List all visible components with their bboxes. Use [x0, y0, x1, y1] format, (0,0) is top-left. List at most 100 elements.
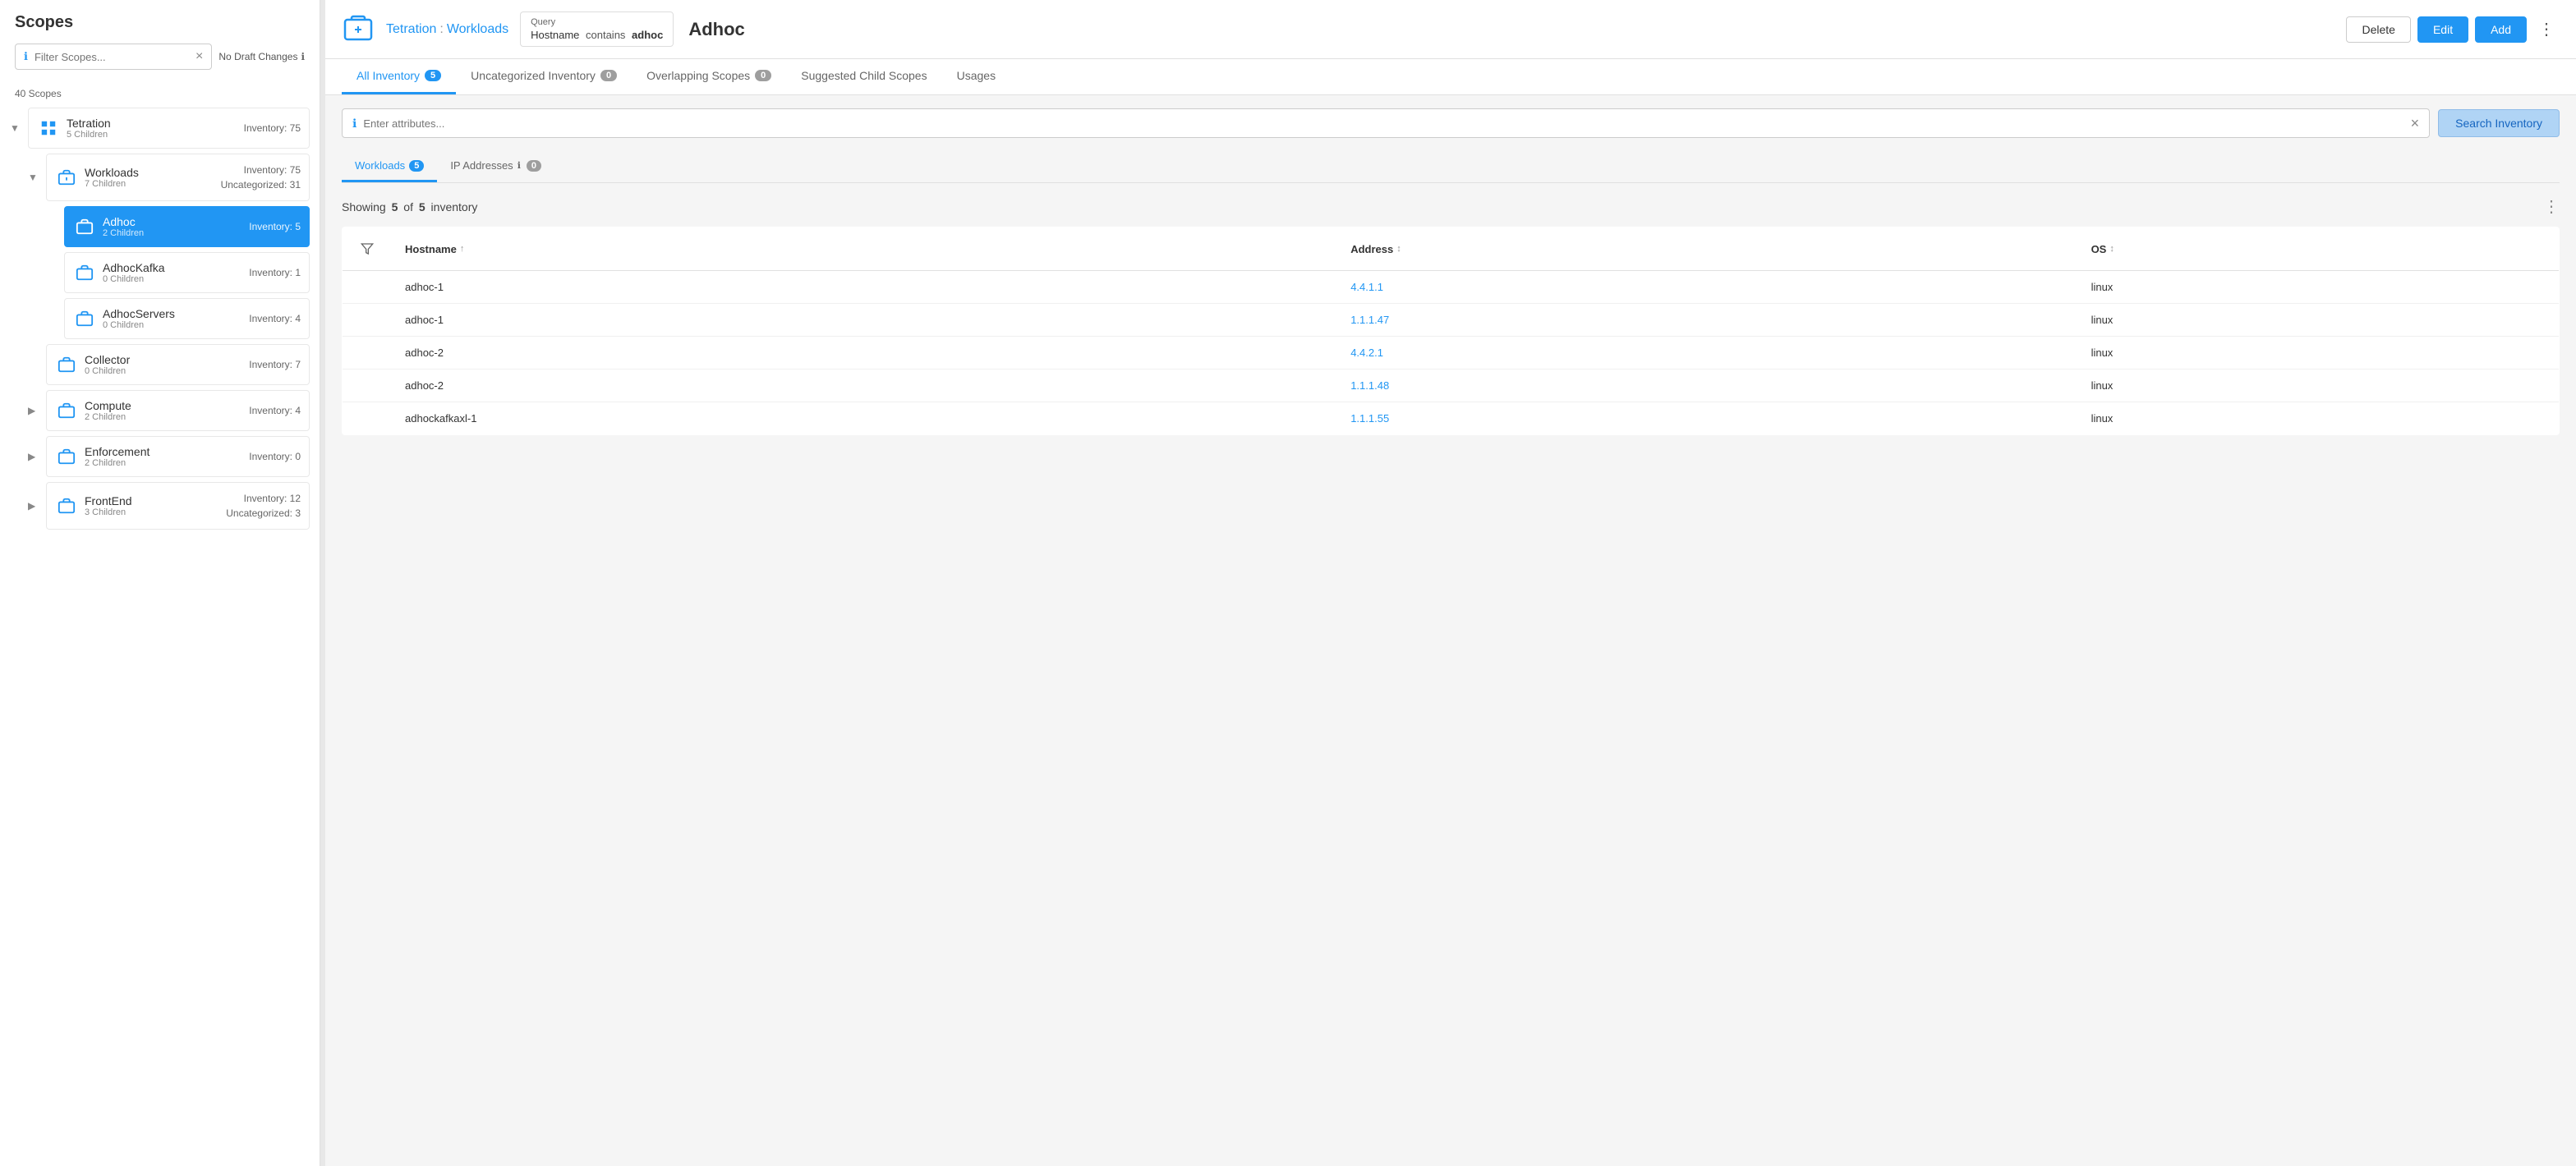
- table-row: adhockafkaxl-1 1.1.1.55 linux: [343, 402, 2560, 435]
- tetration-name: Tetration: [67, 117, 237, 130]
- filter-scopes-field[interactable]: [34, 51, 189, 63]
- address-cell[interactable]: 1.1.1.47: [1337, 304, 2077, 337]
- scope-item-adhocservers[interactable]: AdhocServers 0 Children Inventory: 4: [64, 298, 310, 339]
- collector-icon: [55, 353, 78, 376]
- sidebar-header: Scopes ℹ × No Draft Changes ℹ: [0, 0, 320, 83]
- address-cell[interactable]: 1.1.1.48: [1337, 370, 2077, 402]
- sidebar: Scopes ℹ × No Draft Changes ℹ 40 Scopes …: [0, 0, 320, 1166]
- tab-all-inventory[interactable]: All Inventory 5: [342, 59, 456, 94]
- search-clear-icon[interactable]: ×: [2411, 116, 2420, 131]
- collector-info: Collector 0 Children: [85, 353, 242, 376]
- tab-suggested-child-scopes[interactable]: Suggested Child Scopes: [786, 59, 941, 94]
- collector-children: 0 Children: [85, 366, 242, 376]
- ip-link[interactable]: 4.4.1.1: [1350, 281, 1383, 293]
- adhockafka-name: AdhocKafka: [103, 261, 242, 274]
- tetration-chevron[interactable]: ▼: [10, 122, 25, 134]
- edit-button[interactable]: Edit: [2417, 16, 2468, 43]
- filter-clear-icon[interactable]: ×: [196, 50, 203, 63]
- scope-item-workloads[interactable]: Workloads 7 Children Inventory: 75 Uncat…: [46, 154, 310, 201]
- scope-item-enforcement[interactable]: Enforcement 2 Children Inventory: 0: [46, 436, 310, 477]
- ip-addresses-sub-badge: 0: [527, 160, 541, 172]
- ip-link[interactable]: 1.1.1.48: [1350, 379, 1389, 392]
- address-column-header[interactable]: Address ↕: [1337, 227, 2077, 271]
- inventory-table: Hostname ↑ Address ↕ OS ↕: [342, 227, 2560, 435]
- page-title: Adhoc: [685, 19, 744, 40]
- adhoc-chevron[interactable]: ▼: [46, 221, 61, 232]
- table-more-options[interactable]: ⋮: [2543, 196, 2560, 217]
- breadcrumb-tetration[interactable]: Tetration: [386, 22, 436, 37]
- frontend-chevron[interactable]: ▶: [28, 500, 43, 512]
- more-options-button[interactable]: ⋮: [2533, 16, 2560, 43]
- breadcrumb: Tetration : Workloads: [386, 22, 508, 37]
- hostname-cell: adhoc-2: [392, 337, 1337, 370]
- query-label: Query: [531, 17, 663, 27]
- compute-chevron[interactable]: ▶: [28, 405, 43, 416]
- enforcement-chevron[interactable]: ▶: [28, 451, 43, 462]
- filter-scopes-input[interactable]: ℹ ×: [15, 44, 212, 70]
- workloads-sub-badge: 5: [409, 160, 424, 172]
- os-cell: linux: [2078, 402, 2560, 435]
- scope-item-frontend[interactable]: FrontEnd 3 Children Inventory: 12 Uncate…: [46, 482, 310, 530]
- sub-tab-ip-addresses[interactable]: IP Addresses ℹ 0: [437, 151, 554, 182]
- adhoc-name: Adhoc: [103, 215, 242, 228]
- scope-item-collector[interactable]: Collector 0 Children Inventory: 7: [46, 344, 310, 385]
- showing-row: Showing 5 of 5 inventory ⋮: [342, 196, 2560, 217]
- tetration-icon: [37, 117, 60, 140]
- workloads-chevron[interactable]: ▼: [28, 172, 43, 183]
- breadcrumb-workloads[interactable]: Workloads: [447, 22, 508, 37]
- scope-item-compute[interactable]: Compute 2 Children Inventory: 4: [46, 390, 310, 431]
- content-area: ℹ × Search Inventory Workloads 5 IP Addr…: [325, 95, 2576, 1166]
- hostname-cell: adhockafkaxl-1: [392, 402, 1337, 435]
- adhocservers-meta: Inventory: 4: [249, 311, 301, 326]
- add-button[interactable]: Add: [2475, 16, 2527, 43]
- enforcement-info: Enforcement 2 Children: [85, 445, 242, 468]
- workloads-icon: [55, 166, 78, 189]
- hostname-column-header[interactable]: Hostname ↑: [392, 227, 1337, 271]
- sub-tab-workloads[interactable]: Workloads 5: [342, 151, 437, 182]
- ip-link[interactable]: 1.1.1.47: [1350, 314, 1389, 326]
- os-column-header[interactable]: OS ↕: [2078, 227, 2560, 271]
- sidebar-title: Scopes: [15, 13, 305, 32]
- scope-item-adhockafka[interactable]: AdhocKafka 0 Children Inventory: 1: [64, 252, 310, 293]
- delete-button[interactable]: Delete: [2346, 16, 2410, 43]
- adhockafka-info: AdhocKafka 0 Children: [103, 261, 242, 284]
- row-filter-cell: [343, 337, 393, 370]
- adhoc-info: Adhoc 2 Children: [103, 215, 242, 238]
- tab-uncategorized-inventory[interactable]: Uncategorized Inventory 0: [456, 59, 632, 94]
- hostname-cell: adhoc-1: [392, 304, 1337, 337]
- search-input-wrap[interactable]: ℹ ×: [342, 108, 2430, 138]
- os-cell: linux: [2078, 271, 2560, 304]
- search-input[interactable]: [363, 117, 2404, 130]
- enforcement-children: 2 Children: [85, 458, 242, 468]
- frontend-children: 3 Children: [85, 507, 219, 517]
- scope-item-adhoc[interactable]: Adhoc 2 Children Inventory: 5: [64, 206, 310, 247]
- main-content: Tetration : Workloads Query Hostname con…: [325, 0, 2576, 1166]
- adhocservers-children: 0 Children: [103, 320, 242, 330]
- address-cell[interactable]: 1.1.1.55: [1337, 402, 2077, 435]
- filter-icon-button[interactable]: [356, 237, 379, 260]
- hostname-cell: adhoc-2: [392, 370, 1337, 402]
- ip-link[interactable]: 4.4.2.1: [1350, 347, 1383, 359]
- address-cell[interactable]: 4.4.2.1: [1337, 337, 2077, 370]
- showing-text: Showing 5 of 5 inventory: [342, 200, 477, 213]
- address-cell[interactable]: 4.4.1.1: [1337, 271, 2077, 304]
- compute-info: Compute 2 Children: [85, 399, 242, 422]
- workloads-name: Workloads: [85, 166, 214, 179]
- workloads-meta: Inventory: 75 Uncategorized: 31: [221, 163, 301, 192]
- ip-link[interactable]: 1.1.1.55: [1350, 412, 1389, 425]
- tab-usages[interactable]: Usages: [942, 59, 1010, 94]
- scope-item-tetration[interactable]: Tetration 5 Children Inventory: 75: [28, 108, 310, 149]
- adhocservers-info: AdhocServers 0 Children: [103, 307, 242, 330]
- filter-column-header: [343, 227, 393, 271]
- tab-overlapping-scopes[interactable]: Overlapping Scopes 0: [632, 59, 786, 94]
- scope-count: 40 Scopes: [0, 83, 320, 108]
- search-inventory-button[interactable]: Search Inventory: [2438, 109, 2560, 137]
- row-filter-cell: [343, 370, 393, 402]
- info-icon: ℹ: [24, 50, 28, 63]
- collector-meta: Inventory: 7: [249, 357, 301, 372]
- search-bar: ℹ × Search Inventory: [342, 108, 2560, 138]
- frontend-name: FrontEnd: [85, 494, 219, 507]
- tetration-info: Tetration 5 Children: [67, 117, 237, 140]
- address-sort-icon: ↕: [1396, 244, 1401, 254]
- compute-name: Compute: [85, 399, 242, 412]
